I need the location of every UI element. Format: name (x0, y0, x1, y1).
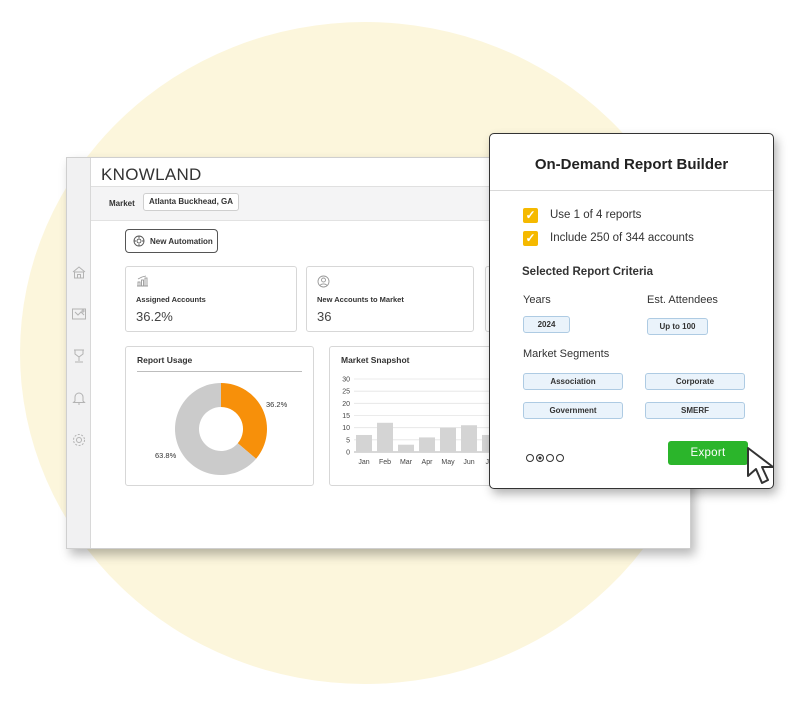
chip-segment-corporate[interactable]: Corporate (645, 373, 745, 390)
y-tick-label: 20 (342, 401, 350, 408)
funnel-icon[interactable] (71, 348, 87, 364)
x-tick-label: Apr (422, 459, 434, 466)
y-tick-label: 5 (346, 437, 350, 444)
chip-attendees[interactable]: Up to 100 (647, 318, 708, 335)
x-tick-label: Mar (400, 459, 413, 466)
report-usage-card: Report Usage 36.2% 63.8% (125, 346, 314, 486)
page-dot-3[interactable] (546, 454, 554, 462)
automation-icon (133, 235, 145, 247)
criteria-heading: Selected Report Criteria (522, 266, 654, 278)
dialog-title: On-Demand Report Builder (534, 156, 729, 173)
bell-icon[interactable] (71, 390, 87, 406)
chip-segment-association[interactable]: Association (523, 373, 623, 390)
x-tick-label: Jun (463, 459, 474, 466)
settings-icon[interactable] (71, 432, 87, 448)
chart-icon (136, 275, 149, 288)
x-tick-label: May (441, 459, 455, 466)
y-tick-label: 0 (346, 450, 350, 457)
segments-label: Market Segments (523, 348, 610, 360)
report-usage-donut: 36.2% 63.8% (155, 383, 288, 475)
page-dot-1[interactable] (526, 454, 534, 462)
check-label: Use 1 of 4 reports (550, 209, 642, 221)
chip-year[interactable]: 2024 (523, 316, 570, 333)
kpi-card-assigned-accounts: Assigned Accounts 36.2% (125, 266, 297, 332)
pointer-cursor-icon (747, 447, 774, 484)
bar-feb (377, 422, 393, 452)
kpi-card-new-accounts: New Accounts to Market 36 (306, 266, 474, 332)
report-builder-dialog: On-Demand Report Builder ✓ Use 1 of 4 re… (489, 133, 774, 489)
x-tick-label: Jan (358, 459, 369, 466)
market-label: Market (109, 199, 135, 208)
attendees-label: Est. Attendees (647, 294, 718, 306)
kpi-value: 36 (317, 309, 332, 324)
page-dot-2[interactable] (536, 454, 544, 462)
page-dot-4[interactable] (556, 454, 564, 462)
new-automation-label: New Automation (150, 237, 213, 246)
map-icon[interactable] (71, 306, 87, 322)
donut-label-used: 36.2% (266, 400, 288, 409)
y-tick-label: 15 (342, 413, 350, 420)
new-automation-button[interactable]: New Automation (125, 229, 218, 253)
y-tick-label: 25 (342, 389, 350, 396)
x-tick-label: Feb (379, 459, 391, 466)
checkbox-reports[interactable]: ✓ (523, 208, 538, 223)
y-tick-label: 10 (342, 425, 350, 432)
checkbox-accounts[interactable]: ✓ (523, 231, 538, 246)
market-select[interactable]: Atlanta Buckhead, GA (143, 193, 240, 211)
kpi-value: 36.2% (136, 309, 173, 324)
bar-apr (419, 437, 435, 452)
divider (490, 190, 773, 191)
market-snapshot-card: Market Snapshot 0 5 10 15 20 25 30 Jan Feb Mar Apr… (329, 346, 499, 486)
kpi-label: Assigned Accounts (136, 295, 206, 304)
user-circle-icon (317, 275, 330, 288)
bar-may (440, 427, 456, 452)
brand-logo: KNOWLAND (101, 165, 202, 184)
check-label: Include 250 of 344 accounts (550, 232, 694, 244)
export-button[interactable]: Export (668, 441, 748, 465)
kpi-label: New Accounts to Market (317, 295, 404, 304)
chip-segment-smerf[interactable]: SMERF (645, 402, 745, 419)
years-label: Years (523, 294, 551, 306)
y-tick-label: 30 (342, 377, 350, 384)
donut-slice-used (221, 383, 267, 459)
bar-jan (356, 434, 372, 452)
sidebar (67, 158, 91, 548)
bar-mar (398, 444, 414, 452)
donut-label-remaining: 63.8% (155, 451, 177, 460)
bar-jun (461, 425, 477, 452)
home-icon[interactable] (71, 264, 87, 280)
chip-segment-government[interactable]: Government (523, 402, 623, 419)
market-snapshot-chart: 051015202530JanFebMarAprMayJunJul (342, 377, 498, 466)
